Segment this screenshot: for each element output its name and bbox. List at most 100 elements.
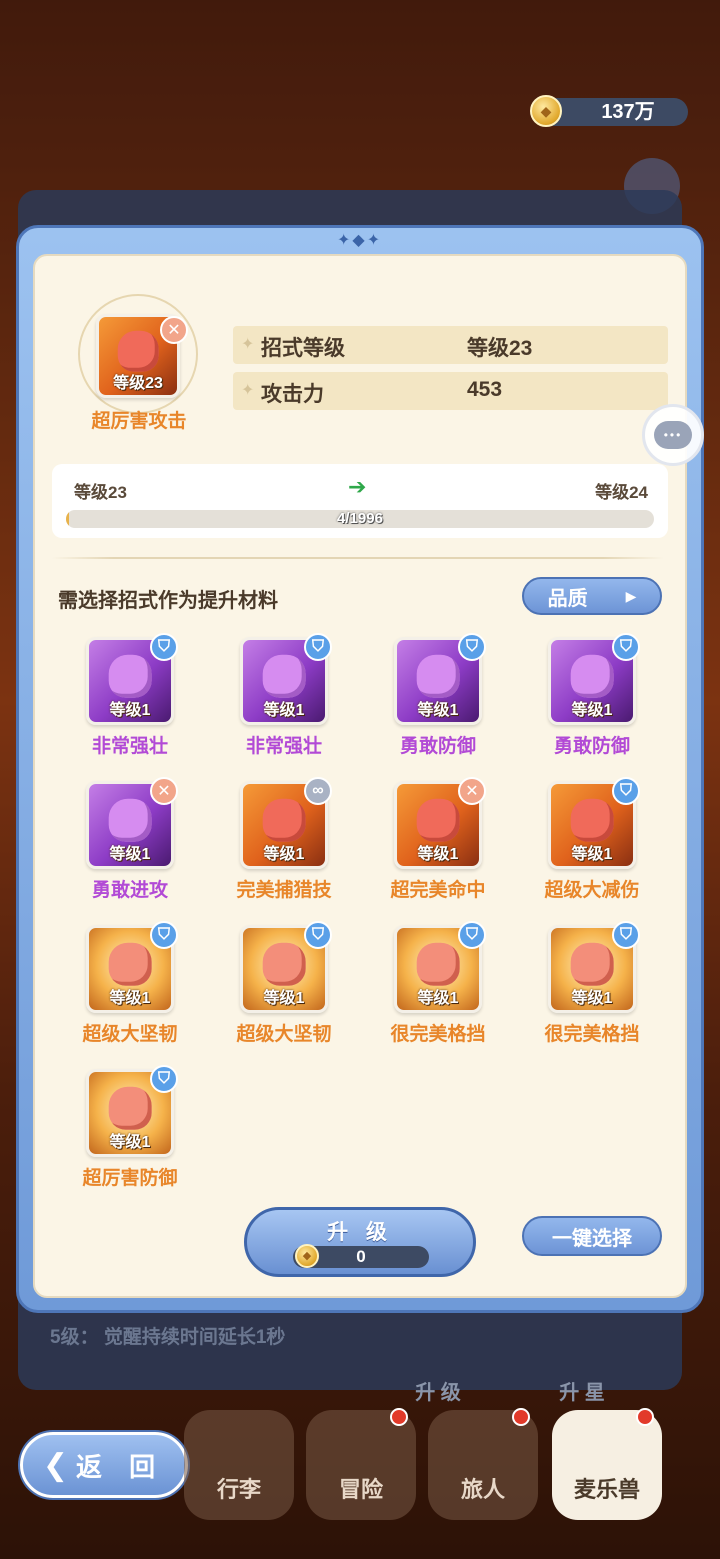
shield-icon: ⛉ xyxy=(612,777,640,805)
notification-dot xyxy=(512,1408,530,1426)
creature-icon xyxy=(108,798,152,842)
nav-tab-label: 行李 xyxy=(216,1477,261,1502)
material-skill-name: 超级大坚韧 xyxy=(82,1024,178,1045)
nav-tab-adventure[interactable]: 冒险 xyxy=(306,1408,416,1520)
stat-value: 等级23 xyxy=(467,337,533,360)
quality-sort-button[interactable]: 品质 ▶ xyxy=(522,577,662,615)
material-skill-card[interactable]: 等级1 ⛉ xyxy=(86,1065,178,1159)
back-button[interactable]: ❮ 返 回 xyxy=(20,1432,188,1498)
current-level: 等级23 xyxy=(74,483,127,502)
notification-dot xyxy=(390,1408,408,1426)
currency-bar: ◆ 137万 xyxy=(530,95,688,127)
creature-icon xyxy=(416,654,460,698)
material-skill-card[interactable]: 等级1 ⛉ xyxy=(86,633,178,727)
creature-icon xyxy=(416,798,460,842)
upgrade-cost-value: 0 xyxy=(356,1247,366,1266)
coin-icon: ◆ xyxy=(530,95,562,127)
creature-icon xyxy=(570,654,614,698)
material-level: 等级1 xyxy=(109,1134,151,1151)
creature-icon xyxy=(570,798,614,842)
material-level: 等级1 xyxy=(571,846,613,863)
coin-icon: ◆ xyxy=(295,1244,319,1268)
shield-icon: ⛉ xyxy=(458,633,486,661)
material-skill-card[interactable]: 等级1 ⛉ xyxy=(548,633,640,727)
material-skill-card[interactable]: 等级1 ∞ xyxy=(240,777,332,871)
creature-icon xyxy=(117,331,159,372)
divider xyxy=(52,557,664,559)
material-skill-name: 超完美命中 xyxy=(390,880,486,901)
material-level: 等级1 xyxy=(109,990,151,1007)
material-level: 等级1 xyxy=(571,702,613,719)
shield-icon: ⛉ xyxy=(304,921,332,949)
nav-tab-pet[interactable]: 麦乐兽 xyxy=(552,1408,662,1520)
stat-value: 453 xyxy=(467,378,503,401)
exp-card: 等级23 ➔ 等级24 4/1996 xyxy=(52,464,668,538)
material-level: 等级1 xyxy=(109,702,151,719)
chat-button[interactable]: ••• xyxy=(642,404,704,466)
material-skill-card[interactable]: 等级1 ⛉ xyxy=(548,777,640,871)
shield-icon: ⛉ xyxy=(150,633,178,661)
back-arrow-icon: ❮ xyxy=(42,1448,68,1482)
material-level: 等级1 xyxy=(417,846,459,863)
creature-icon xyxy=(262,654,306,698)
creature-icon xyxy=(108,654,152,698)
nav-tab-label: 冒险 xyxy=(338,1477,383,1502)
chat-icon: ••• xyxy=(654,421,692,449)
main-skill-level: 等级23 xyxy=(113,375,163,392)
material-level: 等级1 xyxy=(263,990,305,1007)
one-click-select-button[interactable]: 一键选择 xyxy=(522,1216,662,1256)
caret-right-icon: ▶ xyxy=(625,587,637,604)
ornament-icon: ✦◆✦ xyxy=(337,232,383,249)
currency-amount: 137万 xyxy=(601,101,655,123)
material-level: 等级1 xyxy=(571,990,613,1007)
material-skill-name: 勇敢防御 xyxy=(553,736,630,757)
section-title: 需选择招式作为提升材料 xyxy=(58,590,278,612)
upgrade-button[interactable]: 升 级 ◆ 0 xyxy=(244,1207,476,1277)
notification-dot xyxy=(636,1408,654,1426)
shield-icon: ⛉ xyxy=(150,921,178,949)
arrow-right-icon: ➔ xyxy=(348,474,367,499)
material-skill-name: 勇敢防御 xyxy=(399,736,476,757)
creature-icon xyxy=(108,942,152,986)
creature-icon xyxy=(262,798,306,842)
material-skill-name: 超级大减伤 xyxy=(544,880,640,901)
material-skill-card[interactable]: 等级1 ✕ xyxy=(394,777,486,871)
material-skill-name: 很完美格挡 xyxy=(390,1024,486,1045)
remove-icon[interactable]: ✕ xyxy=(160,316,188,344)
background-panel-text: 5级： 觉醒持续时间延长1秒 xyxy=(50,1327,286,1348)
material-skill-name: 非常强壮 xyxy=(91,736,168,757)
creature-icon xyxy=(570,942,614,986)
material-skill-card[interactable]: 等级1 ⛉ xyxy=(394,921,486,1015)
material-skill-name: 非常强壮 xyxy=(245,736,322,757)
shield-icon: ⛉ xyxy=(150,1065,178,1093)
material-skill-card[interactable]: 等级1 ⛉ xyxy=(240,633,332,727)
back-label: 返 回 xyxy=(75,1451,166,1482)
material-skill-name: 超厉害防御 xyxy=(82,1168,178,1189)
creature-icon xyxy=(108,1086,152,1130)
material-level: 等级1 xyxy=(263,846,305,863)
main-skill-name: 超厉害攻击 xyxy=(91,411,187,432)
material-level: 等级1 xyxy=(263,702,305,719)
material-skill-card[interactable]: 等级1 ⛉ xyxy=(240,921,332,1015)
material-skill-name: 完美捕猎技 xyxy=(236,880,332,901)
nav-tab-luggage[interactable]: 行李 xyxy=(184,1410,294,1520)
material-skill-name: 超级大坚韧 xyxy=(236,1024,332,1045)
main-skill[interactable]: 等级23 ✕ xyxy=(74,290,204,420)
material-skill-name: 勇敢进攻 xyxy=(91,880,168,901)
background-tab-star: 升 星 xyxy=(559,1381,605,1404)
diamond-icon: ✦ xyxy=(241,382,255,399)
diamond-icon: ✦ xyxy=(241,336,255,353)
shield-icon: ⛉ xyxy=(304,633,332,661)
stat-label: 招式等级 xyxy=(261,337,345,360)
material-skill-card[interactable]: 等级1 ⛉ xyxy=(86,921,178,1015)
nav-tab-traveler[interactable]: 旅人 xyxy=(428,1408,538,1520)
remove-icon: ✕ xyxy=(150,777,178,805)
creature-icon xyxy=(262,942,306,986)
material-skill-card[interactable]: 等级1 ⛉ xyxy=(394,633,486,727)
material-skill-card[interactable]: 等级1 ⛉ xyxy=(548,921,640,1015)
stat-label: 攻击力 xyxy=(261,383,324,406)
material-level: 等级1 xyxy=(417,702,459,719)
material-skill-card[interactable]: 等级1 ✕ xyxy=(86,777,178,871)
background-tab-upgrade: 升 级 xyxy=(415,1381,461,1404)
material-level: 等级1 xyxy=(417,990,459,1007)
